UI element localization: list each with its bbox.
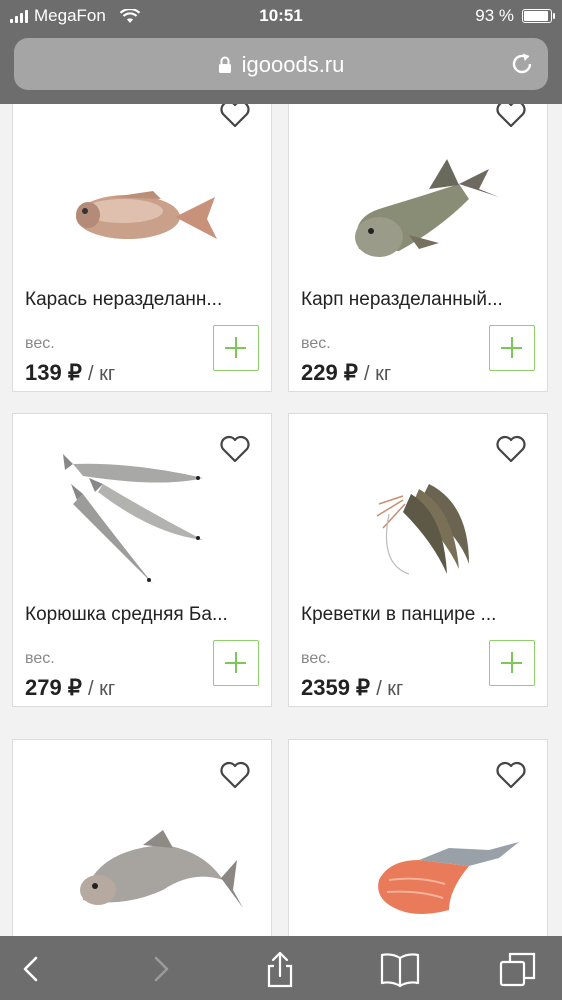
favorite-heart-icon[interactable] bbox=[219, 760, 251, 790]
weight-label: вес. bbox=[25, 650, 55, 667]
product-card[interactable] bbox=[288, 739, 548, 936]
battery-fill bbox=[524, 11, 549, 21]
add-to-cart-button[interactable] bbox=[489, 325, 535, 371]
lock-icon bbox=[218, 56, 231, 73]
weight-label: вес. bbox=[301, 335, 331, 352]
product-card[interactable] bbox=[12, 739, 272, 936]
weight-label: вес. bbox=[301, 650, 331, 667]
reload-icon[interactable] bbox=[510, 52, 534, 76]
product-image[interactable] bbox=[43, 444, 243, 594]
back-icon[interactable] bbox=[12, 950, 52, 988]
product-name[interactable]: Карп неразделанный... bbox=[301, 289, 537, 311]
url-text: igooods.ru bbox=[241, 52, 345, 77]
product-name[interactable]: Корюшка средняя Ба... bbox=[25, 604, 261, 626]
battery-icon bbox=[522, 9, 555, 23]
url-display[interactable]: igooods.ru bbox=[14, 52, 548, 78]
product-image[interactable] bbox=[319, 444, 519, 594]
status-bar: MegaFon 10:51 93 % bbox=[0, 0, 562, 32]
add-to-cart-button[interactable] bbox=[213, 325, 259, 371]
price-unit: / кг bbox=[376, 678, 404, 700]
product-price: 229 ₽ / кг bbox=[301, 360, 391, 386]
forward-icon[interactable] bbox=[140, 950, 180, 988]
product-image[interactable] bbox=[319, 800, 519, 936]
share-icon[interactable] bbox=[260, 950, 300, 988]
product-image[interactable] bbox=[43, 139, 243, 269]
favorite-heart-icon[interactable] bbox=[495, 104, 527, 129]
add-to-cart-button[interactable] bbox=[213, 640, 259, 686]
product-name[interactable]: Креветки в панцире ... bbox=[301, 604, 537, 626]
address-bar[interactable]: igooods.ru bbox=[14, 38, 548, 90]
price-value: 2359 ₽ bbox=[301, 675, 371, 700]
bookmarks-icon[interactable] bbox=[380, 950, 420, 988]
price-value: 139 ₽ bbox=[25, 360, 82, 385]
product-price: 139 ₽ / кг bbox=[25, 360, 115, 386]
product-image[interactable] bbox=[319, 139, 519, 269]
favorite-heart-icon[interactable] bbox=[219, 104, 251, 129]
price-unit: / кг bbox=[87, 363, 116, 385]
browser-toolbar bbox=[0, 936, 562, 1000]
product-price: 279 ₽ / кг bbox=[25, 675, 115, 701]
add-to-cart-button[interactable] bbox=[489, 640, 535, 686]
product-price: 2359 ₽ / кг bbox=[301, 675, 403, 701]
product-name[interactable]: Карась неразделанн... bbox=[25, 289, 261, 311]
product-card[interactable]: Корюшка средняя Ба... вес. 279 ₽ / кг bbox=[12, 413, 272, 707]
product-card[interactable]: Карась неразделанн... вес. 139 ₽ / кг bbox=[12, 104, 272, 392]
battery-percent: 93 % bbox=[475, 6, 514, 25]
product-card[interactable]: Креветки в панцире ... вес. 2359 ₽ / кг bbox=[288, 413, 548, 707]
favorite-heart-icon[interactable] bbox=[495, 760, 527, 790]
product-grid: Карась неразделанн... вес. 139 ₽ / кг Ка… bbox=[0, 104, 562, 936]
price-unit: / кг bbox=[87, 678, 116, 700]
weight-label: вес. bbox=[25, 335, 55, 352]
price-value: 229 ₽ bbox=[301, 360, 358, 385]
tabs-icon[interactable] bbox=[498, 950, 538, 988]
browser-header: igooods.ru bbox=[0, 32, 562, 104]
battery-group: 93 % bbox=[475, 6, 555, 26]
product-card[interactable]: Карп неразделанный... вес. 229 ₽ / кг bbox=[288, 104, 548, 392]
product-image[interactable] bbox=[43, 790, 243, 936]
price-value: 279 ₽ bbox=[25, 675, 82, 700]
price-unit: / кг bbox=[363, 363, 392, 385]
